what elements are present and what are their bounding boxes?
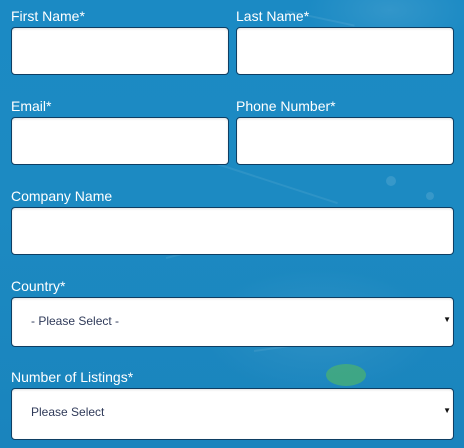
country-field: Country* - Please Select - ▼: [11, 277, 454, 347]
email-field: Email*: [11, 97, 229, 165]
contact-form: First Name* Last Name* Email* Phone Numb…: [0, 0, 464, 448]
number-of-listings-select[interactable]: Please Select ▼: [11, 388, 454, 440]
number-of-listings-label: Number of Listings*: [11, 369, 134, 385]
last-name-input[interactable]: [236, 27, 454, 75]
first-name-input[interactable]: [11, 27, 229, 75]
chevron-down-icon: ▼: [443, 406, 451, 415]
email-input[interactable]: [11, 117, 229, 165]
phone-number-field: Phone Number*: [236, 97, 454, 165]
number-of-listings-select-value: Please Select: [31, 405, 105, 419]
first-name-field: First Name*: [11, 7, 229, 75]
first-name-label: First Name*: [11, 8, 85, 24]
country-label: Country*: [11, 278, 66, 294]
last-name-field: Last Name*: [236, 7, 454, 75]
phone-number-label: Phone Number*: [236, 98, 336, 114]
company-name-label: Company Name: [11, 188, 113, 204]
company-name-input[interactable]: [11, 207, 454, 255]
country-select-value: - Please Select -: [31, 314, 120, 328]
number-of-listings-field: Number of Listings* Please Select ▼: [11, 368, 454, 440]
phone-number-input[interactable]: [236, 117, 454, 165]
email-label: Email*: [11, 98, 52, 114]
chevron-down-icon: ▼: [443, 315, 451, 324]
company-name-field: Company Name: [11, 187, 454, 255]
country-select[interactable]: - Please Select - ▼: [11, 297, 454, 347]
last-name-label: Last Name*: [236, 8, 310, 24]
